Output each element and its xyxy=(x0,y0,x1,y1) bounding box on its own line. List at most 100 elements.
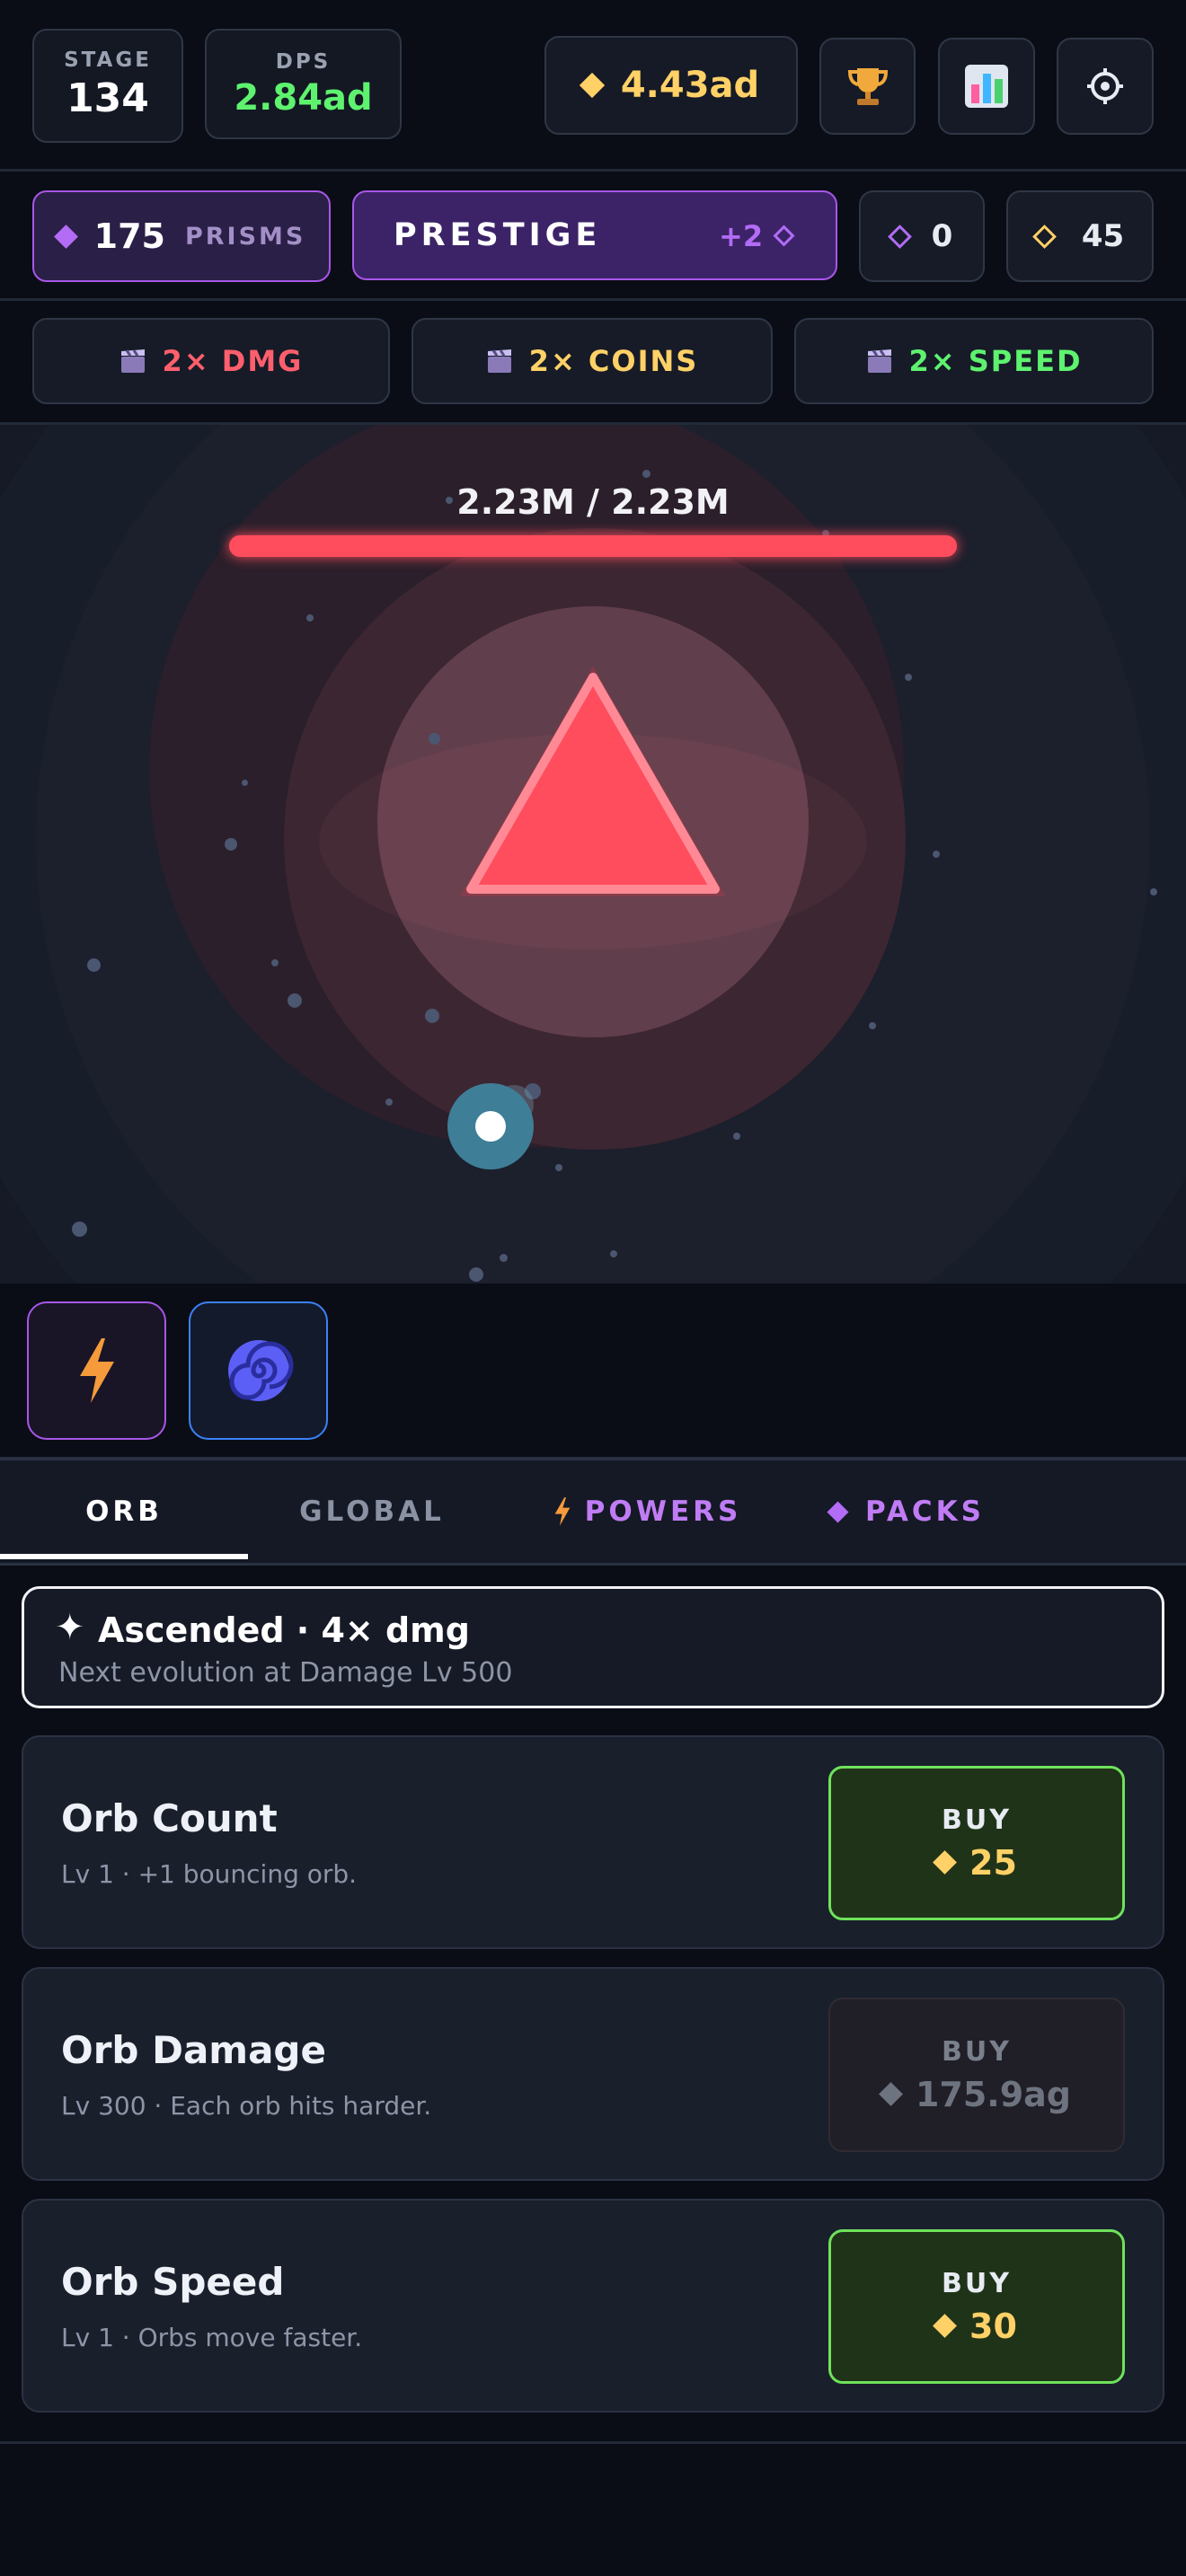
prestige-gain: +2 xyxy=(719,219,764,253)
upgrade-name: Orb Count xyxy=(61,1796,278,1840)
diamond-icon xyxy=(827,1500,849,1523)
purple-gems-display: 0 xyxy=(859,190,985,282)
purple-gem-count: 0 xyxy=(931,218,953,254)
stats-button[interactable] xyxy=(938,38,1035,135)
dps-label: DPS xyxy=(275,50,332,74)
prism-icon xyxy=(53,224,78,249)
boost-coins-button[interactable]: 2× COINS xyxy=(412,318,773,404)
particle xyxy=(733,1133,740,1140)
divider xyxy=(0,2441,1186,2444)
battle-arena[interactable]: 2.23M / 2.23M xyxy=(0,425,1186,1284)
upgrade-desc: Lv 1 · Orbs move faster. xyxy=(61,2323,363,2352)
achievements-button[interactable] xyxy=(819,38,916,135)
tab-orb[interactable]: ORB xyxy=(0,1464,248,1559)
tab-global-label: GLOBAL xyxy=(299,1495,445,1528)
prestige-label: PRESTIGE xyxy=(394,217,602,253)
particle xyxy=(429,733,440,745)
evolution-subtitle: Next evolution at Damage Lv 500 xyxy=(58,1657,513,1689)
clapperboard-icon xyxy=(866,348,893,375)
stage-panel: STAGE 134 xyxy=(32,29,183,143)
prisms-value: 175 xyxy=(93,216,165,256)
particle xyxy=(271,959,279,966)
particle xyxy=(610,1250,617,1257)
dps-panel: DPS 2.84ad xyxy=(205,29,402,139)
tab-active-indicator xyxy=(0,1554,248,1559)
enemy-hp-text: 2.23M / 2.23M xyxy=(456,482,730,522)
buy-button[interactable]: BUY 30 xyxy=(828,2229,1125,2384)
bouncing-orb xyxy=(447,1083,534,1169)
coins-display: 4.43ad xyxy=(544,36,798,135)
enemy-triangle[interactable] xyxy=(440,654,746,905)
coin-icon xyxy=(933,2314,957,2338)
bar-chart-icon xyxy=(965,65,1008,108)
gold-gem-count: 45 xyxy=(1081,218,1125,254)
particle xyxy=(87,958,101,972)
lightning-ability-button[interactable] xyxy=(27,1301,166,1440)
orb-core xyxy=(475,1111,506,1142)
boost-speed-label: 2× SPEED xyxy=(908,344,1083,378)
stage-label: STAGE xyxy=(64,49,152,72)
enemy-hp-bar xyxy=(229,535,957,557)
upgrade-card-orb-damage: Orb Damage Lv 300 · Each orb hits harder… xyxy=(22,1967,1164,2181)
tab-packs[interactable]: PACKS xyxy=(818,1464,997,1559)
boost-speed-button[interactable]: 2× SPEED xyxy=(794,318,1154,404)
prestige-prism-icon xyxy=(773,225,795,247)
particle xyxy=(469,1267,483,1282)
particle xyxy=(225,838,237,851)
buy-button[interactable]: BUY 25 xyxy=(828,1766,1125,1920)
vortex-ability-button[interactable] xyxy=(189,1301,328,1440)
upgrade-desc: Lv 300 · Each orb hits harder. xyxy=(61,2091,432,2121)
coin-icon xyxy=(579,72,605,99)
tab-powers-label: POWERS xyxy=(584,1495,742,1528)
evolution-banner: ✦ Ascended · 4× dmg Next evolution at Da… xyxy=(22,1586,1164,1708)
upgrade-card-orb-count: Orb Count Lv 1 · +1 bouncing orb. BUY 25 xyxy=(22,1735,1164,1949)
coin-icon xyxy=(933,1850,957,1875)
boost-damage-label: 2× DMG xyxy=(162,344,304,378)
upgrade-name: Orb Speed xyxy=(61,2260,285,2304)
particle xyxy=(385,1098,393,1106)
particle xyxy=(642,470,651,478)
prisms-display: 175 PRISMS xyxy=(32,190,331,282)
particle xyxy=(500,1254,508,1262)
particle xyxy=(933,851,940,858)
sparkle-icon: ✦ xyxy=(55,1607,85,1648)
upgrade-card-orb-speed: Orb Speed Lv 1 · Orbs move faster. BUY 3… xyxy=(22,2199,1164,2413)
particle xyxy=(869,1022,876,1029)
enemy-hp-fill xyxy=(229,535,957,557)
upgrade-cost: 25 xyxy=(969,1842,1017,1883)
particle xyxy=(242,780,248,786)
buy-button-disabled[interactable]: BUY 175.9ag xyxy=(828,1998,1125,2152)
gold-gem-icon xyxy=(1031,224,1057,249)
gold-gems-display: 45 xyxy=(1006,190,1154,282)
particle xyxy=(905,674,912,681)
stage-value: 134 xyxy=(66,75,149,121)
vortex-icon xyxy=(227,1340,293,1401)
prisms-label: PRISMS xyxy=(184,222,306,251)
clapperboard-icon xyxy=(119,348,146,375)
lightning-icon xyxy=(79,1338,114,1403)
particle xyxy=(555,1164,562,1171)
buy-label: BUY xyxy=(942,2035,1012,2068)
coins-value: 4.43ad xyxy=(620,65,760,106)
upgrade-cost: 175.9ag xyxy=(915,2074,1072,2114)
gear-icon xyxy=(1087,68,1123,104)
boost-damage-button[interactable]: 2× DMG xyxy=(32,318,390,404)
divider xyxy=(0,1563,1186,1566)
lightning-icon xyxy=(554,1497,571,1526)
tab-packs-label: PACKS xyxy=(865,1495,985,1528)
settings-button[interactable] xyxy=(1057,38,1154,135)
clapperboard-icon xyxy=(486,348,513,375)
tab-orb-label: ORB xyxy=(85,1495,163,1528)
dps-value: 2.84ad xyxy=(234,77,373,119)
divider xyxy=(0,298,1186,301)
prestige-button[interactable]: PRESTIGE +2 xyxy=(352,190,837,280)
particle xyxy=(288,993,302,1008)
buy-label: BUY xyxy=(942,1804,1012,1836)
particle xyxy=(306,614,314,622)
particle xyxy=(425,1009,439,1023)
tab-global[interactable]: GLOBAL xyxy=(248,1464,496,1559)
boost-coins-label: 2× COINS xyxy=(528,344,699,378)
particle xyxy=(72,1222,87,1237)
tab-powers[interactable]: POWERS xyxy=(530,1464,764,1559)
upgrade-desc: Lv 1 · +1 bouncing orb. xyxy=(61,1859,358,1889)
